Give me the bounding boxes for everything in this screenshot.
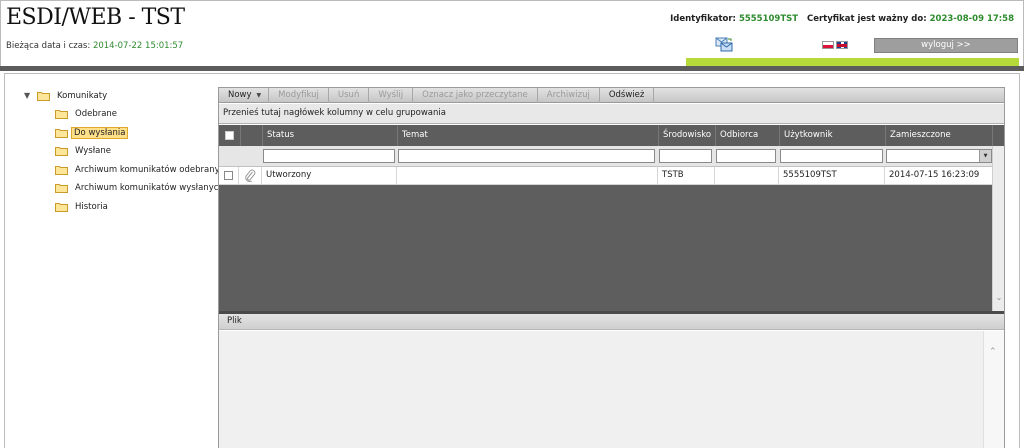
grid-scrollbar[interactable]: ⌄ <box>992 146 1004 311</box>
folder-icon <box>55 146 68 156</box>
flag-uk-icon[interactable] <box>836 41 848 49</box>
folder-icon <box>55 202 68 212</box>
group-drop-area[interactable]: Przenieś tutaj nagłówek kolumny w celu g… <box>219 104 1004 124</box>
cell-odbiorca <box>715 167 779 185</box>
identifier-label: Identyfikator: <box>670 14 736 24</box>
folder-icon <box>55 128 68 138</box>
tree-item-do-wyslania[interactable]: Do wysłania <box>55 125 129 140</box>
grid-toolbar: Nowy ▼ Modyfikuj Usuń Wyślij Oznacz jako … <box>219 88 1004 103</box>
logout-button[interactable]: wyloguj >> <box>874 38 1018 53</box>
tree-item-odebrane[interactable]: Odebrane <box>55 106 121 121</box>
row-checkbox[interactable] <box>224 171 233 180</box>
chevron-down-icon[interactable]: ▼ <box>257 92 262 99</box>
file-panel-scrollbar[interactable]: ⌃ <box>983 331 1004 448</box>
datetime-value: 2014-07-22 15:01:57 <box>92 41 184 51</box>
mark-read-button[interactable]: Oznacz jako przeczytane <box>413 88 538 103</box>
chevron-down-icon[interactable]: ⌄ <box>994 293 1004 303</box>
cell-uzytkownik: 5555109TST <box>779 167 885 185</box>
grid-header: Status Temat Środowisko Odbiorca Użytkow… <box>219 125 1004 146</box>
new-button[interactable]: Nowy ▼ <box>219 88 270 103</box>
chevron-up-icon[interactable]: ⌃ <box>989 347 997 357</box>
refresh-button[interactable]: Odśwież <box>600 88 655 103</box>
cert-label: Certyfikat jest ważny do: <box>806 14 927 24</box>
tree-item-label: Wysłane <box>75 145 111 156</box>
tree-root-komunikaty[interactable]: ▼ Komunikaty <box>24 88 111 103</box>
cell-srodowisko: TSTB <box>658 167 715 185</box>
messages-panel: Nowy ▼ Modyfikuj Usuń Wyślij Oznacz jako … <box>218 87 1005 448</box>
table-row[interactable]: Utworzony TSTB 5555109TST 2014-07-15 16:… <box>219 167 992 185</box>
filter-row: ▼ <box>219 146 1004 167</box>
header-divider <box>0 66 1024 71</box>
column-header-temat[interactable]: Temat <box>397 125 658 146</box>
filter-srodowisko-input[interactable] <box>659 149 712 163</box>
app-title: ESDI/WEB - TST <box>6 5 185 30</box>
cell-status: Utworzony <box>262 167 397 185</box>
tree-root-label: Komunikaty <box>57 90 108 101</box>
folder-icon <box>55 165 68 175</box>
cell-zamieszczone: 2014-07-15 16:23:09 <box>889 170 980 180</box>
archive-button[interactable]: Archiwizuj <box>538 88 600 103</box>
mail-transfer-icon[interactable] <box>715 37 733 52</box>
tree-item-archiwum-wyslanych[interactable]: Archiwum komunikatów wysłanych <box>55 180 228 195</box>
column-header-uzytkownik[interactable]: Użytkownik <box>779 125 885 146</box>
tree-item-label: Historia <box>75 201 108 212</box>
flag-pl-icon[interactable] <box>822 41 834 49</box>
paperclip-icon[interactable] <box>244 169 256 182</box>
tree-item-label: Do wysłania <box>71 126 129 139</box>
filter-temat-input[interactable] <box>398 149 655 163</box>
folder-icon <box>37 91 50 101</box>
new-button-label: Nowy <box>228 90 252 100</box>
folder-icon <box>55 109 68 119</box>
column-header-status[interactable]: Status <box>262 125 397 146</box>
tree-item-label: Odebrane <box>75 108 118 119</box>
column-header-zamieszczone[interactable]: Zamieszczone <box>885 125 992 146</box>
cert-value: 2023-08-09 17:58 <box>929 14 1014 24</box>
delete-button[interactable]: Usuń <box>329 88 370 103</box>
filter-odbiorca-input[interactable] <box>716 149 776 163</box>
certificate-info: Identyfikator: 5555109TST Certyfikat jes… <box>670 14 1014 24</box>
row-select-cell <box>219 167 239 185</box>
folder-icon <box>55 183 68 193</box>
send-button[interactable]: Wyślij <box>369 88 414 103</box>
collapse-icon[interactable]: ▼ <box>24 91 33 100</box>
header-scroll-spacer <box>992 125 1004 146</box>
attachment-cell <box>239 167 262 185</box>
modify-button[interactable]: Modyfikuj <box>269 88 329 103</box>
select-all-checkbox[interactable] <box>225 131 234 140</box>
filter-status-input[interactable] <box>263 149 395 163</box>
chevron-down-icon[interactable]: ▼ <box>979 150 991 162</box>
current-datetime: Bieżąca data i czas: 2014-07-22 15:01:57 <box>6 41 183 51</box>
column-header-odbiorca[interactable]: Odbiorca <box>715 125 779 146</box>
tree-item-wyslane[interactable]: Wysłane <box>55 143 115 158</box>
filter-uzytkownik-input[interactable] <box>780 149 883 163</box>
file-panel-body <box>219 331 1004 448</box>
cell-temat <box>397 167 658 185</box>
attachment-column-header <box>240 125 262 146</box>
file-panel-header: Plik <box>219 314 1004 330</box>
grid-empty-area <box>219 185 992 311</box>
column-header-srodowisko[interactable]: Środowisko <box>658 125 715 146</box>
tree-item-label: Archiwum komunikatów wysłanych <box>75 182 224 193</box>
datetime-label: Bieżąca data i czas: <box>6 41 91 51</box>
identifier-value: 5555109TST <box>738 14 799 24</box>
tree-item-label: Archiwum komunikatów odebranych <box>75 164 230 175</box>
filter-zamieszczone-dropdown[interactable]: ▼ <box>886 149 992 163</box>
tree-item-archiwum-odebranych[interactable]: Archiwum komunikatów odebranych <box>55 162 234 177</box>
app-header: ESDI/WEB - TST Bieżąca data i czas: 2014… <box>0 0 1024 67</box>
tree-item-historia[interactable]: Historia <box>55 199 112 214</box>
